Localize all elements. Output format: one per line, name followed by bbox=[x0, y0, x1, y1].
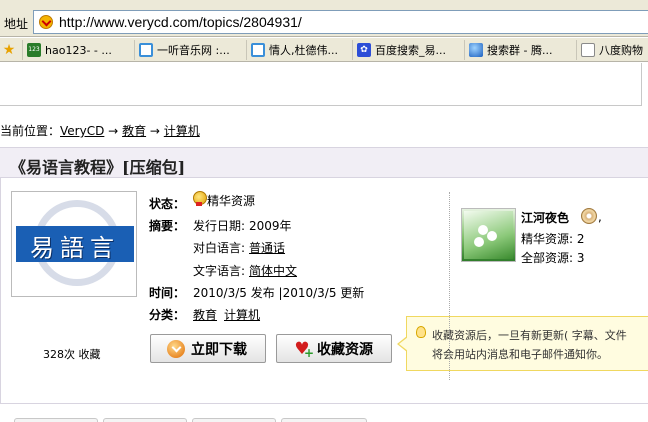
cover-logo-text: 易語言 bbox=[30, 234, 120, 262]
address-url[interactable]: http://www.verycd.com/topics/2804931/ bbox=[59, 14, 302, 30]
category-link-computer[interactable]: 计算机 bbox=[224, 306, 260, 323]
favorites-bar: ★ 123 hao123- - ... 一听音乐网 :... 情人,杜德伟...… bbox=[0, 38, 648, 62]
lightbulb-icon bbox=[416, 326, 426, 338]
breadcrumb-link-verycd[interactable]: VeryCD bbox=[60, 124, 104, 138]
favorites-star-button[interactable]: ★ bbox=[0, 40, 20, 60]
panel-divider bbox=[449, 192, 450, 380]
star-icon: ★ bbox=[2, 42, 16, 58]
favorite-label: 百度搜索_易... bbox=[375, 44, 446, 57]
favorite-label: 搜索群 - 腾... bbox=[487, 44, 553, 57]
text-language-link[interactable]: 简体中文 bbox=[249, 262, 297, 279]
breadcrumb: 当前位置：VeryCD → 教育 → 计算机 bbox=[0, 122, 200, 139]
tooltip-text-line2: 将会用站内消息和电子邮件通知你。 bbox=[432, 348, 608, 361]
time-value: 2010/3/5 发布 |2010/3/5 更新 bbox=[193, 286, 365, 300]
address-input[interactable]: http://www.verycd.com/topics/2804931/ bbox=[33, 10, 648, 34]
status-value: 精华资源 bbox=[207, 194, 256, 208]
medal-icon bbox=[193, 191, 207, 206]
content-tab[interactable] bbox=[103, 418, 187, 422]
cover-image[interactable]: 易語言 bbox=[11, 191, 137, 297]
download-button-label: 立即下载 bbox=[191, 341, 247, 358]
download-icon bbox=[167, 339, 185, 358]
favorite-label: 情人,杜德伟... bbox=[269, 44, 338, 57]
status-label: 状态： bbox=[149, 197, 186, 211]
breadcrumb-separator: → bbox=[149, 124, 160, 138]
site-favicon-icon bbox=[39, 15, 53, 29]
favorite-item-hao123[interactable]: 123 hao123- - ... bbox=[22, 40, 132, 60]
ie-page-icon bbox=[139, 43, 153, 57]
download-button[interactable]: 立即下载 bbox=[150, 334, 266, 363]
release-date-label: 发行日期: bbox=[193, 219, 246, 233]
breadcrumb-link-computer[interactable]: 计算机 bbox=[164, 124, 200, 138]
favorite-label: 八度购物 bbox=[599, 44, 643, 57]
globe-icon bbox=[469, 43, 483, 57]
summary-label: 摘要： bbox=[149, 219, 186, 233]
breadcrumb-separator: → bbox=[108, 124, 119, 138]
uploader-featured-count: 精华资源: 2 bbox=[521, 232, 585, 246]
cover-artwork: 易語言 bbox=[14, 194, 134, 294]
content-tab[interactable] bbox=[14, 418, 98, 422]
cd-disc-icon bbox=[581, 208, 597, 224]
ie-page-icon bbox=[251, 43, 265, 57]
address-bar: 地址 http://www.verycd.com/topics/2804931/ bbox=[0, 0, 648, 37]
favorite-item-baidu[interactable]: ✿ 百度搜索_易... bbox=[352, 40, 462, 60]
favorite-label: 一听音乐网 :... bbox=[157, 44, 230, 57]
category-link-education[interactable]: 教育 bbox=[193, 306, 217, 323]
collect-button-label: 收藏资源 bbox=[317, 341, 373, 358]
breadcrumb-link-education[interactable]: 教育 bbox=[122, 124, 146, 138]
baidu-paw-icon: ✿ bbox=[357, 43, 371, 57]
text-language-label: 文字语言: bbox=[193, 264, 246, 278]
favorite-item-yiting[interactable]: 一听音乐网 :... bbox=[134, 40, 244, 60]
page-title: 《易语言教程》[压缩包] bbox=[10, 158, 186, 177]
uploader-name-suffix: , bbox=[598, 210, 602, 224]
content-tab[interactable] bbox=[192, 418, 276, 422]
favorite-item-qq-search[interactable]: 搜索群 - 腾... bbox=[464, 40, 574, 60]
category-label: 分类： bbox=[149, 308, 186, 322]
collect-button[interactable]: ♥ 收藏资源 bbox=[276, 334, 392, 363]
breadcrumb-prefix: 当前位置： bbox=[0, 124, 61, 138]
release-date-value: 2009年 bbox=[249, 219, 292, 233]
avatar-image bbox=[464, 211, 513, 259]
address-label: 地址 bbox=[4, 17, 29, 31]
favorite-item-qingren[interactable]: 情人,杜德伟... bbox=[246, 40, 350, 60]
uploader-avatar[interactable] bbox=[461, 208, 516, 262]
tooltip-text-line1: 收藏资源后，一旦有新更新( 字幕、文件 bbox=[432, 329, 627, 342]
tooltip-arrow-fill bbox=[399, 337, 408, 351]
favorite-count: 328次 收藏 bbox=[43, 348, 101, 361]
dialogue-language-label: 对白语言: bbox=[193, 241, 246, 255]
dialogue-language-link[interactable]: 普通话 bbox=[249, 239, 285, 256]
favorite-item-badu[interactable]: 八度购物 bbox=[576, 40, 648, 60]
content-tab[interactable] bbox=[281, 418, 367, 422]
page-icon bbox=[581, 43, 595, 57]
collect-tooltip bbox=[406, 316, 648, 371]
time-label: 时间： bbox=[149, 286, 186, 300]
hao123-icon: 123 bbox=[27, 43, 41, 57]
resource-title-bar: 《易语言教程》[压缩包] bbox=[0, 147, 648, 178]
uploader-name[interactable]: 江河夜色 bbox=[521, 209, 569, 226]
favorite-label: hao123- - ... bbox=[45, 43, 112, 57]
uploader-total-count: 全部资源: 3 bbox=[521, 251, 585, 265]
heart-add-icon: ♥ bbox=[293, 340, 314, 362]
header-blank-area bbox=[0, 63, 642, 106]
